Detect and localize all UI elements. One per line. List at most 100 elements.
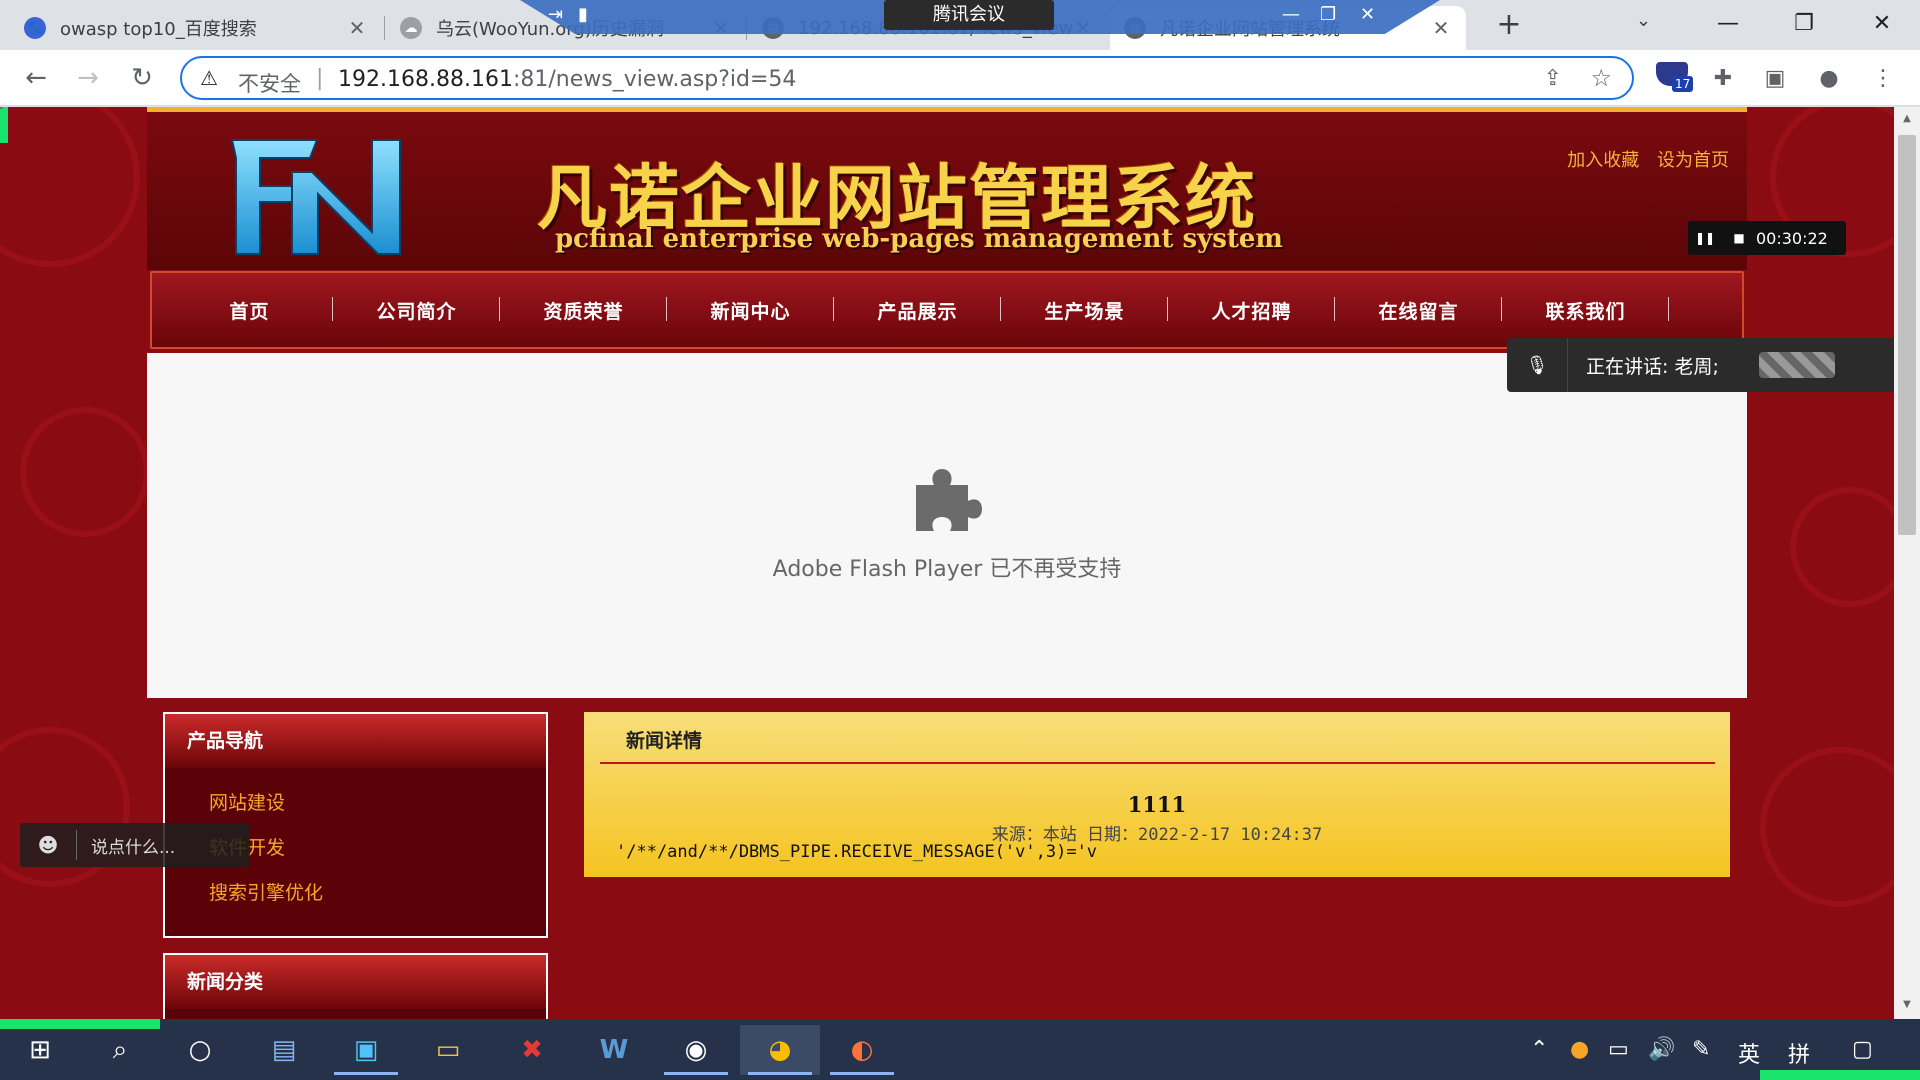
side-panel-icon[interactable]: ▣ [1758, 62, 1792, 96]
nav-contact[interactable]: 联系我们 [1502, 296, 1669, 324]
news-body: '/**/and/**/DBMS_PIPE.RECEIVE_MESSAGE('v… [616, 842, 1098, 862]
address-divider: | [316, 66, 324, 91]
background-pattern [20, 407, 150, 537]
extensions-puzzle-icon[interactable]: ✚ [1706, 62, 1740, 96]
warning-icon[interactable]: ⚠ [200, 66, 218, 90]
meeting-chat-input[interactable]: ☻ 说点什么... [20, 823, 250, 867]
start-icon[interactable]: ⊞ [0, 1025, 80, 1075]
minimize-icon[interactable]: — [1698, 6, 1758, 42]
cortana-icon[interactable]: ○ [160, 1025, 240, 1075]
microphone-icon: 🎙 [1525, 354, 1549, 376]
ime-mode[interactable]: 英 [1738, 1037, 1760, 1069]
meeting-share-toolbar[interactable]: ⇥ ▮ 腾讯会议 — ❐ ✕ [520, 0, 1440, 38]
news-detail-box: 新闻详情 1111 来源：本站 日期：2022-2-17 10:24:37 '/… [584, 712, 1730, 877]
firefox-icon[interactable]: ◐ [822, 1025, 902, 1075]
close-tab-icon[interactable]: ✕ [346, 16, 368, 40]
nav-home[interactable]: 首页 [166, 296, 333, 324]
nav-about[interactable]: 公司简介 [333, 296, 500, 324]
tab-search-icon[interactable]: ⌄ [1636, 10, 1651, 31]
tab-divider [384, 16, 385, 40]
nav-honors[interactable]: 资质荣誉 [500, 296, 667, 324]
restore-icon[interactable]: ❐ [1320, 4, 1336, 25]
meeting-tray-icon[interactable]: ● [1570, 1037, 1589, 1062]
set-homepage-link[interactable]: 设为首页 [1657, 150, 1729, 171]
notifications-icon[interactable]: ▢ [1852, 1037, 1873, 1062]
address-bar[interactable]: ⚠ 不安全 | 192.168.88.161:81/news_view.asp?… [180, 56, 1634, 100]
nav-message[interactable]: 在线留言 [1335, 296, 1502, 324]
share-icon[interactable]: ⇪ [1544, 66, 1562, 91]
remote-desktop-icon[interactable]: ▣ [326, 1025, 406, 1075]
product-link[interactable]: 网站建设 [209, 788, 546, 833]
signal-icon: ▮ [578, 4, 588, 25]
stop-icon[interactable]: ■ [1722, 231, 1756, 245]
burp-icon[interactable]: ◉ [656, 1025, 736, 1075]
file-explorer-icon[interactable]: ▭ [408, 1025, 488, 1075]
fn-logo [230, 139, 401, 255]
news-category-heading: 新闻分类 [165, 955, 546, 1009]
background-pattern [1790, 487, 1910, 607]
chat-placeholder: 说点什么... [91, 837, 176, 858]
forward-icon[interactable]: → [72, 62, 104, 94]
site-header: 凡诺企业网站管理系统 pcfinal enterprise web-pages … [147, 107, 1747, 270]
scroll-down-icon[interactable]: ▼ [1894, 999, 1920, 1010]
url-text[interactable]: 192.168.88.161:81/news_view.asp?id=54 [338, 67, 796, 92]
network-icon[interactable]: ▭ [1608, 1037, 1629, 1062]
bookmark-star-icon[interactable]: ☆ [1590, 64, 1612, 92]
nav-jobs[interactable]: 人才招聘 [1168, 296, 1335, 324]
scroll-up-icon[interactable]: ▲ [1894, 113, 1920, 124]
divider [76, 830, 77, 860]
news-detail-heading: 新闻详情 [600, 724, 1715, 764]
windows-taskbar: ⊞ ⌕ ○ ▤ ▣ ▭ ✖ W ◉ ◕ ◐ ⌃ ● ▭ 🔊 ✎ 英 拼 ▢ [0, 1019, 1920, 1080]
search-icon[interactable]: ⌕ [80, 1025, 160, 1075]
insecure-label: 不安全 [238, 72, 301, 96]
nav-production[interactable]: 生产场景 [1001, 296, 1168, 324]
restore-icon[interactable]: ❐ [1774, 6, 1834, 42]
meeting-title: 腾讯会议 [884, 0, 1054, 30]
pause-icon[interactable]: ❚❚ [1688, 231, 1722, 245]
show-hidden-icons-icon[interactable]: ⌃ [1530, 1037, 1548, 1062]
background-pattern [0, 107, 140, 267]
reload-icon[interactable]: ↻ [126, 62, 158, 94]
product-link[interactable]: 搜索引擎优化 [209, 878, 546, 923]
close-icon[interactable]: ✕ [1360, 4, 1375, 25]
pen-icon[interactable]: ✎ [1692, 1037, 1710, 1062]
flash-placeholder: Adobe Flash Player 已不再受支持 [147, 353, 1747, 698]
speaking-text: 正在讲话: 老周; [1586, 355, 1719, 378]
pin-icon[interactable]: ⇥ [548, 4, 563, 25]
menu-kebab-icon[interactable]: ⋮ [1866, 62, 1900, 96]
back-icon[interactable]: ← [20, 62, 52, 94]
control-panel-icon[interactable]: ▤ [244, 1025, 324, 1075]
nav-news[interactable]: 新闻中心 [667, 296, 834, 324]
url-host: 192.168.88.161 [338, 67, 513, 92]
recording-timer: 00:30:22 [1756, 228, 1828, 248]
chrome-icon[interactable]: ◕ [740, 1025, 820, 1075]
new-tab-button[interactable]: + [1492, 8, 1526, 42]
emoji-icon[interactable]: ☻ [20, 833, 76, 857]
ime-pinyin[interactable]: 拼 [1788, 1037, 1810, 1069]
minimize-icon[interactable]: — [1282, 4, 1300, 25]
page-scrollbar[interactable]: ▲ ▼ [1894, 107, 1920, 1019]
scroll-thumb[interactable] [1898, 135, 1916, 535]
url-path: :81/news_view.asp?id=54 [512, 67, 797, 92]
plugin-puzzle-icon [916, 469, 982, 531]
tab-baidu[interactable]: 🐾 owasp top10_百度搜索 ✕ [10, 6, 382, 50]
close-window-icon[interactable]: ✕ [1852, 6, 1912, 42]
extension-badge: 17 [1672, 76, 1694, 92]
blurred-avatar [1759, 352, 1835, 378]
divider [1567, 338, 1568, 392]
xmind-icon[interactable]: ✖ [492, 1025, 572, 1075]
site-subtitle: pcfinal enterprise web-pages management … [555, 224, 1283, 254]
flash-message: Adobe Flash Player 已不再受支持 [772, 557, 1122, 582]
nav-products[interactable]: 产品展示 [834, 296, 1001, 324]
product-link[interactable]: 软件开发 [209, 833, 546, 878]
browser-toolbar: ← → ↻ ⚠ 不安全 | 192.168.88.161:81/news_vie… [0, 50, 1920, 106]
add-favorite-link[interactable]: 加入收藏 [1567, 150, 1639, 171]
page-viewport: 凡诺企业网站管理系统 pcfinal enterprise web-pages … [0, 107, 1920, 1019]
tab-title: owasp top10_百度搜索 [60, 19, 257, 40]
profile-avatar-icon[interactable]: ● [1812, 62, 1846, 96]
graduation-cap-extension-icon[interactable]: 17 [1654, 60, 1694, 96]
volume-icon[interactable]: 🔊 [1648, 1037, 1675, 1062]
cloud-icon: ☁ [400, 17, 422, 39]
word-icon[interactable]: W [574, 1025, 654, 1075]
main-nav: 首页 公司简介 资质荣誉 新闻中心 产品展示 生产场景 人才招聘 在线留言 联系… [150, 271, 1744, 349]
